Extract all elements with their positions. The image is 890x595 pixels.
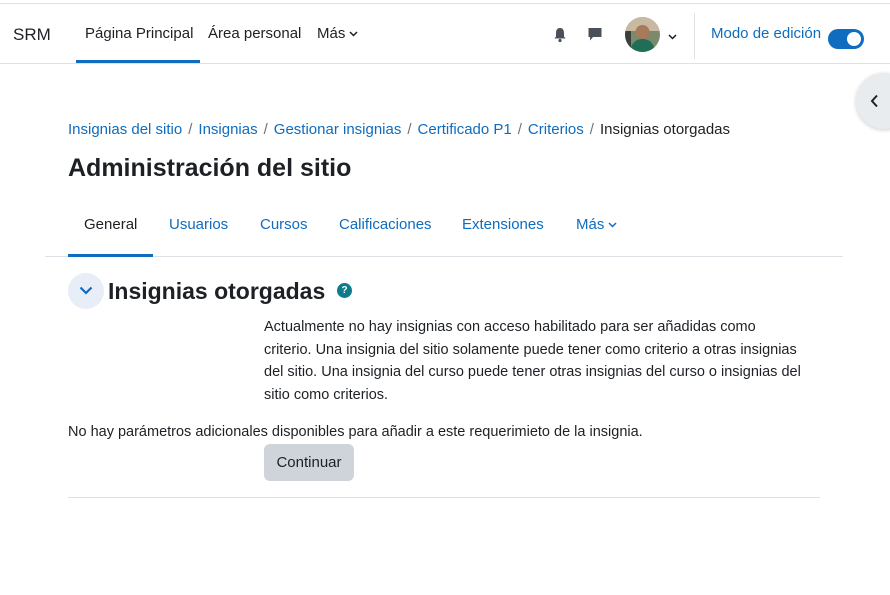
breadcrumb-certificate[interactable]: Certificado P1: [418, 121, 512, 138]
edit-mode-label: Modo de edición: [711, 25, 822, 42]
breadcrumb-separator: /: [517, 121, 522, 138]
breadcrumb-current: Insignias otorgadas: [599, 121, 731, 138]
chevron-left-icon: [870, 94, 878, 108]
user-avatar[interactable]: [625, 17, 660, 52]
user-menu-chevron-icon[interactable]: [668, 34, 677, 40]
tab-grades[interactable]: Calificaciones: [339, 216, 432, 233]
breadcrumb-separator: /: [188, 121, 193, 138]
breadcrumb-separator: /: [407, 121, 412, 138]
breadcrumb-criteria[interactable]: Criterios: [528, 121, 584, 138]
nav-more-label: Más: [317, 25, 346, 42]
description-line: sitio como criterios.: [264, 386, 389, 403]
breadcrumb: Insignias del sitio / Insignias / Gestionar …: [68, 121, 730, 138]
bell-icon[interactable]: [553, 27, 567, 43]
open-drawer-button[interactable]: [856, 73, 890, 129]
continue-button[interactable]: Continuar: [264, 444, 354, 481]
breadcrumb-separator: /: [263, 121, 268, 138]
section-description: Actualmente no hay insignias con acceso …: [264, 316, 824, 406]
chevron-down-icon: [608, 222, 617, 228]
description-line: Actualmente no hay insignias con acceso …: [264, 319, 756, 335]
messages-icon[interactable]: [587, 27, 603, 42]
subnav-active-indicator: [68, 254, 153, 257]
nav-more[interactable]: Más: [317, 25, 358, 42]
top-navbar: SRM Página Principal Área personal Más M…: [0, 3, 890, 64]
subnav-divider: [45, 256, 843, 257]
nav-active-indicator: [76, 60, 200, 63]
tab-users[interactable]: Usuarios: [169, 216, 228, 233]
description-line: del sitio. Una insignia del curso puede …: [264, 364, 801, 381]
description-line: criterio. Una insignia del sitio solamen…: [264, 341, 797, 358]
nav-dashboard[interactable]: Área personal: [208, 25, 301, 42]
navbar-divider: [694, 13, 695, 59]
chevron-down-icon: [349, 31, 358, 37]
tab-more[interactable]: Más: [576, 216, 617, 233]
tab-plugins[interactable]: Extensiones: [462, 216, 544, 233]
tab-general[interactable]: General: [84, 216, 137, 233]
site-brand[interactable]: SRM: [13, 25, 51, 45]
edit-mode-toggle[interactable]: [828, 29, 864, 49]
avatar-image: [625, 17, 660, 52]
no-parameters-note: No hay parámetros adicionales disponible…: [68, 424, 643, 440]
breadcrumb-badges[interactable]: Insignias: [198, 121, 257, 138]
help-icon[interactable]: ?: [337, 283, 352, 298]
collapse-section-button[interactable]: [68, 273, 104, 309]
breadcrumb-manage-badges[interactable]: Gestionar insignias: [274, 121, 402, 138]
section-divider: [68, 497, 820, 498]
tab-courses[interactable]: Cursos: [260, 216, 308, 233]
breadcrumb-separator: /: [589, 121, 594, 138]
nav-home[interactable]: Página Principal: [85, 25, 193, 42]
tab-more-label: Más: [576, 216, 605, 233]
page-title: Administración del sitio: [68, 154, 352, 182]
chevron-down-icon: [79, 286, 93, 295]
section-title: Insignias otorgadas: [108, 278, 326, 304]
breadcrumb-site-badges[interactable]: Insignias del sitio: [68, 121, 182, 138]
toggle-knob: [847, 32, 861, 46]
